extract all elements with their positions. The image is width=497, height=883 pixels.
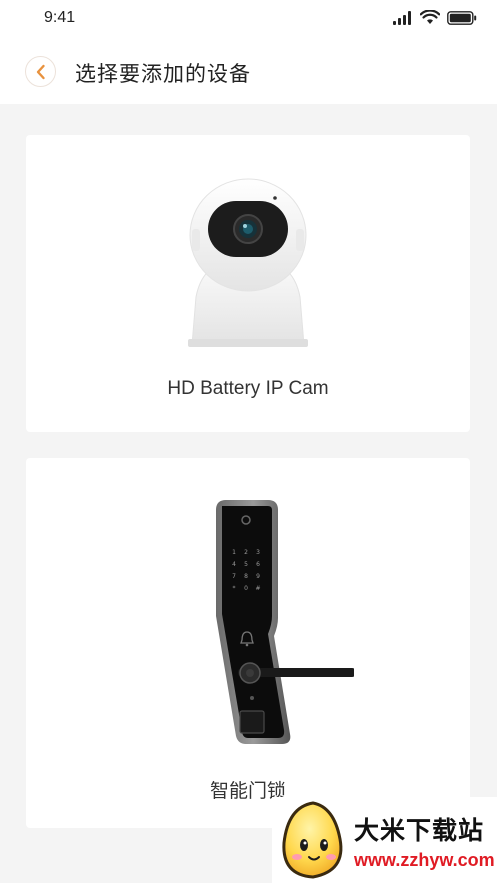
keypad-key: 4 [232, 561, 236, 568]
keypad-key: 8 [244, 573, 248, 580]
battery-icon [447, 10, 477, 25]
keypad-key: 9 [256, 573, 260, 580]
egg-mascot-logo [282, 801, 343, 879]
status-bar: 9:41 [0, 0, 497, 40]
chevron-left-icon [36, 64, 45, 79]
keypad-key: 3 [256, 549, 260, 556]
status-icons [393, 10, 477, 25]
keypad-key: 7 [232, 573, 236, 580]
device-name: HD Battery IP Cam [167, 378, 329, 399]
header: 选择要添加的设备 [0, 40, 497, 104]
page-title: 选择要添加的设备 [75, 62, 251, 86]
keypad-key: 5 [244, 561, 248, 568]
status-time: 9:41 [44, 9, 76, 26]
smart-door-lock-image: 1 2 3 4 5 6 7 8 9 * 0 # [216, 500, 354, 744]
keypad-key: 2 [244, 549, 248, 556]
device-card-smart-lock[interactable]: 1 2 3 4 5 6 7 8 9 * 0 # 智能门锁 [26, 458, 470, 828]
back-button[interactable] [25, 56, 56, 87]
keypad-key: 1 [232, 549, 236, 556]
watermark-url: www.zzhyw.com [354, 850, 495, 870]
signal-icon [393, 10, 411, 25]
keypad-key: * [233, 585, 236, 592]
wifi-icon [420, 10, 440, 24]
ip-camera-image [188, 178, 308, 347]
keypad-key: 6 [256, 561, 260, 568]
keypad-key: 0 [244, 585, 248, 592]
keypad-key: # [255, 585, 260, 592]
watermark: 大米下载站 www.zzhyw.com [272, 797, 497, 883]
watermark-name: 大米下载站 [354, 816, 485, 845]
device-card-ip-camera[interactable]: HD Battery IP Cam [26, 135, 470, 432]
